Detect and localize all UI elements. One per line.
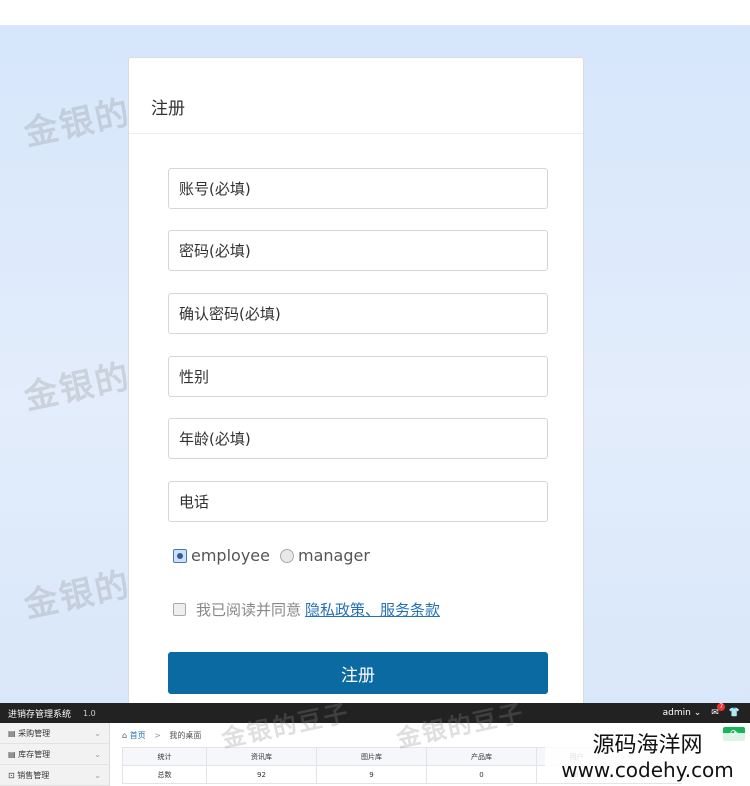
- privacy-terms-link[interactable]: 隐私政策、服务条款: [305, 599, 440, 620]
- user-name: admin: [662, 708, 691, 718]
- site-name: 源码海洋网: [592, 733, 703, 758]
- chevron-down-icon: ⌄: [94, 749, 101, 759]
- table-header: 统计: [122, 747, 207, 766]
- agree-checkbox[interactable]: [173, 603, 186, 616]
- site-watermark-logo: 源码海洋网 www.codehy.com: [545, 733, 750, 783]
- breadcrumb-home[interactable]: 首页: [130, 731, 146, 740]
- sidebar-item-label: 销售管理: [17, 770, 50, 780]
- site-url: www.codehy.com: [561, 758, 734, 782]
- sidebar-item-label: 库存管理: [18, 749, 51, 759]
- folder-icon: ▤: [8, 749, 16, 759]
- manager-radio[interactable]: [279, 548, 294, 563]
- breadcrumb-current: 我的桌面: [169, 731, 202, 740]
- manager-label[interactable]: manager: [298, 546, 370, 565]
- chevron-down-icon: ⌄: [693, 708, 702, 718]
- employee-label[interactable]: employee: [191, 546, 270, 565]
- app-top-bar: 进销存管理系统 1.0 admin ⌄ ✉ 7 👕: [0, 703, 750, 723]
- card-title: 注册: [129, 58, 583, 134]
- app-top-right: admin ⌄ ✉ 7 👕: [663, 703, 750, 718]
- table-header: 图片库: [316, 747, 427, 766]
- sidebar-item-sales[interactable]: ⊡ 销售管理 ⌄: [0, 765, 109, 786]
- agree-row: 我已阅读并同意 隐私政策、服务条款: [173, 599, 440, 620]
- app-title: 进销存管理系统: [8, 709, 72, 720]
- sidebar: ▤ 采购管理 ⌄ ▤ 库存管理 ⌄ ⊡ 销售管理 ⌄: [0, 723, 110, 786]
- table-cell: 9: [316, 765, 427, 784]
- confirm-password-input[interactable]: [168, 293, 548, 334]
- app-version: 1.0: [83, 708, 96, 718]
- chevron-down-icon: ⌄: [94, 770, 101, 780]
- breadcrumb: ⌂ 首页 > 我的桌面: [122, 731, 202, 740]
- lock-icon: ⊡: [8, 770, 15, 780]
- register-card: 注册 employee manager 我已阅读并同意 隐私政策、服务条款 注册: [128, 57, 584, 717]
- register-button[interactable]: 注册: [168, 652, 548, 694]
- table-header: 资讯库: [206, 747, 317, 766]
- mail-badge: 7: [717, 703, 726, 711]
- user-menu[interactable]: admin ⌄: [663, 708, 702, 718]
- sidebar-item-label: 采购管理: [18, 728, 51, 738]
- age-input[interactable]: [168, 418, 548, 459]
- chevron-down-icon: ⌄: [94, 728, 101, 738]
- shirt-icon[interactable]: 👕: [729, 708, 740, 718]
- employee-radio[interactable]: [173, 548, 187, 563]
- sidebar-item-purchase[interactable]: ▤ 采购管理 ⌄: [0, 723, 109, 744]
- account-input[interactable]: [168, 168, 548, 209]
- table-header: 产品库: [426, 747, 537, 766]
- sidebar-item-inventory[interactable]: ▤ 库存管理 ⌄: [0, 744, 109, 765]
- password-input[interactable]: [168, 230, 548, 271]
- table-cell: 总数: [122, 765, 207, 784]
- mail-icon[interactable]: ✉ 7: [711, 703, 726, 718]
- table-cell: 0: [426, 765, 537, 784]
- folder-icon: ▤: [8, 728, 16, 738]
- agree-text: 我已阅读并同意: [196, 601, 302, 619]
- home-icon: ⌂: [122, 731, 128, 740]
- phone-input[interactable]: [168, 481, 548, 522]
- gender-input[interactable]: [168, 356, 548, 397]
- table-cell: 92: [206, 765, 317, 784]
- role-radio-group: employee manager: [173, 546, 370, 565]
